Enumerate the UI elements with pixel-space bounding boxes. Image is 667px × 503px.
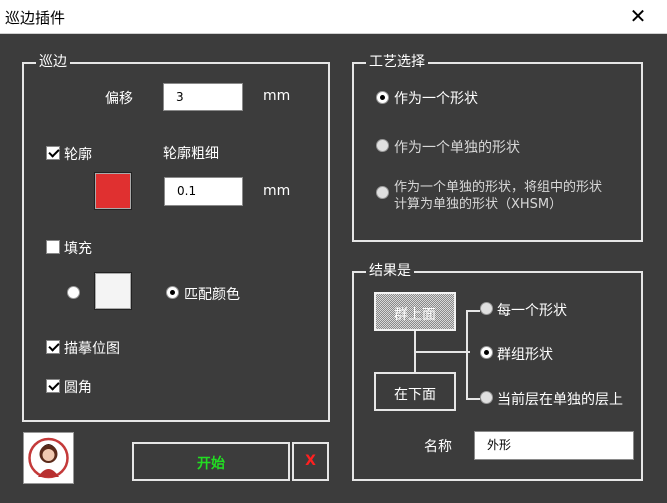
connector-bottom-tick <box>466 398 480 400</box>
offset-unit: mm <box>263 88 291 104</box>
rounded-checkbox[interactable] <box>46 379 60 393</box>
process-option-3-radio[interactable] <box>376 186 389 199</box>
cancel-button-label: X <box>305 453 316 469</box>
result-legend: 结果是 <box>366 262 414 280</box>
rounded-label: 圆角 <box>64 380 92 396</box>
fill-color-radio[interactable] <box>67 286 80 299</box>
trace-bitmap-label: 描摹位图 <box>64 341 120 357</box>
process-option-1-radio[interactable] <box>376 91 389 104</box>
match-color-label: 匹配颜色 <box>184 287 240 303</box>
result-option-3-radio[interactable] <box>480 391 493 404</box>
result-option-1-label: 每一个形状 <box>497 303 567 319</box>
result-option-2-radio[interactable] <box>480 346 493 359</box>
outline-width-label: 轮廓粗细 <box>163 146 219 162</box>
match-color-radio[interactable] <box>166 286 179 299</box>
outline-label: 轮廓 <box>64 147 92 163</box>
title-bar: 巡边插件 ✕ <box>0 0 667 34</box>
trace-bitmap-checkbox[interactable] <box>46 340 60 354</box>
result-option-1-radio[interactable] <box>480 302 493 315</box>
close-icon[interactable]: ✕ <box>623 3 653 29</box>
process-option-1-label: 作为一个形状 <box>394 91 478 107</box>
start-button[interactable]: 开始 <box>132 442 290 481</box>
outline-width-input[interactable]: 0.1 <box>164 177 243 206</box>
below-button-label: 在下面 <box>394 387 436 403</box>
name-label: 名称 <box>424 439 452 455</box>
cancel-button[interactable]: X <box>292 442 329 481</box>
outline-color-swatch[interactable] <box>94 172 132 210</box>
fill-label: 填充 <box>64 241 92 257</box>
outline-checkbox[interactable] <box>46 146 60 160</box>
result-option-2-label: 群组形状 <box>497 347 553 363</box>
connector-horizontal <box>415 351 470 353</box>
fill-color-swatch[interactable] <box>94 272 132 310</box>
window-title: 巡边插件 <box>5 9 66 27</box>
connector-vertical-right <box>466 310 468 400</box>
fill-checkbox[interactable] <box>46 240 60 254</box>
outline-width-unit: mm <box>263 183 291 199</box>
offset-input[interactable]: 3 <box>163 83 243 111</box>
avatar-icon <box>28 437 69 479</box>
process-option-2-radio[interactable] <box>376 139 389 152</box>
process-legend: 工艺选择 <box>366 53 428 71</box>
process-option-2-label: 作为一个单独的形状 <box>394 140 520 156</box>
below-button[interactable]: 在下面 <box>374 372 456 411</box>
group-on-top-button[interactable]: 群上面 <box>374 292 456 331</box>
patrol-legend: 巡边 <box>36 53 70 71</box>
start-button-label: 开始 <box>197 456 225 472</box>
name-input[interactable]: 外形 <box>474 431 634 460</box>
group-on-top-label: 群上面 <box>394 307 436 323</box>
avatar[interactable] <box>23 432 74 484</box>
connector-top-tick <box>466 310 480 312</box>
offset-label: 偏移 <box>105 91 133 107</box>
result-option-3-label: 当前层在单独的层上 <box>497 392 623 408</box>
process-option-3-label-line2: 计算为单独的形状（XHSM） <box>394 197 563 212</box>
